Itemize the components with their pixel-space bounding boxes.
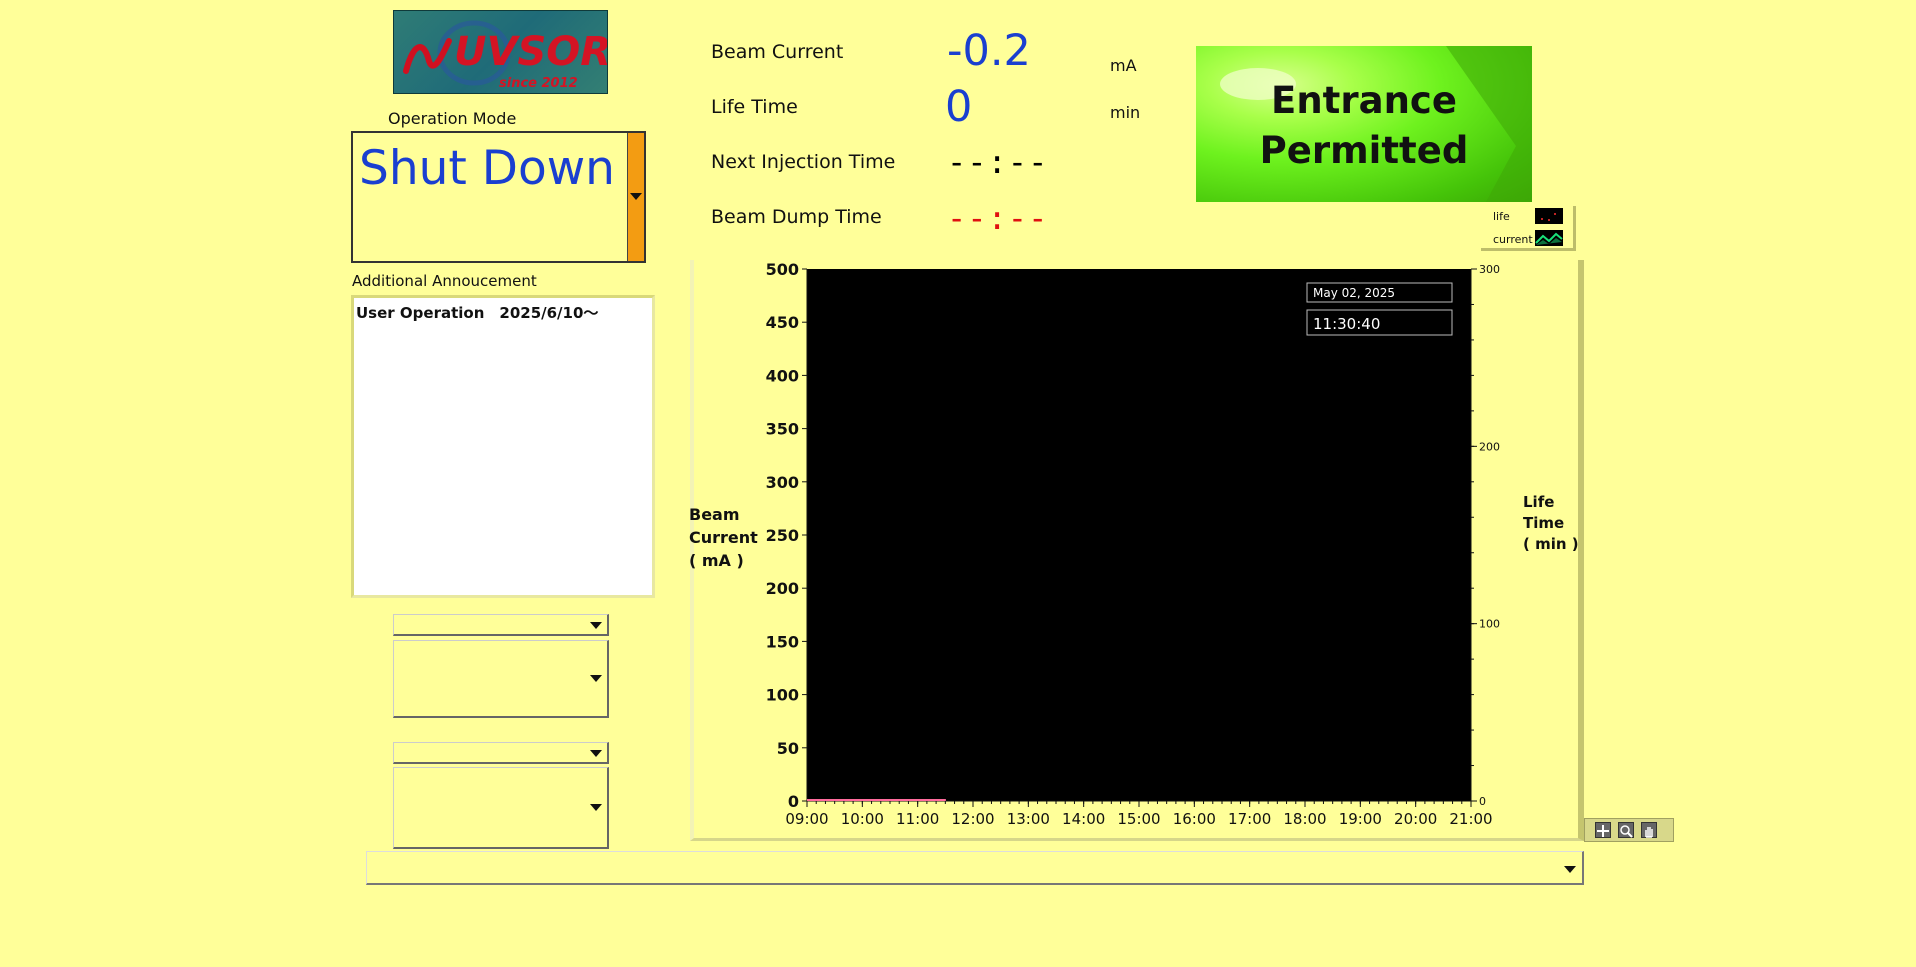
x-axis-tick-label: 10:00 xyxy=(841,810,884,828)
left-axis-tick-label: 0 xyxy=(788,792,799,811)
right-axis: 0 100 200 300 xyxy=(1470,263,1500,808)
plot-area[interactable] xyxy=(807,269,1471,801)
bottom-selector-ring[interactable] xyxy=(366,851,1584,885)
chevron-down-icon xyxy=(1564,866,1576,873)
time-label: 11:30:40 xyxy=(1313,315,1380,333)
left-axis-tick-label: 350 xyxy=(766,420,799,439)
x-axis-tick-label: 15:00 xyxy=(1117,810,1160,828)
left-axis-tick-label: 450 xyxy=(766,313,799,332)
x-axis: 09:00 10:00 11:00 12:00 13:00 14:00 15:00 16:00… xyxy=(785,800,1493,828)
x-axis-tick-label: 13:00 xyxy=(1007,810,1050,828)
date-label: May 02, 2025 xyxy=(1313,286,1395,300)
x-axis-tick-label: 12:00 xyxy=(951,810,994,828)
left-axis-title-line-3: ( mA ) xyxy=(689,551,744,570)
left-axis-title-line-1: Beam xyxy=(689,505,740,524)
x-axis-tick-label: 09:00 xyxy=(785,810,828,828)
x-axis-tick-label: 21:00 xyxy=(1449,810,1492,828)
right-axis-title-line-3: ( min ) xyxy=(1523,535,1579,553)
zoom-icon[interactable] xyxy=(1618,822,1634,838)
left-axis-tick-label: 300 xyxy=(766,473,799,492)
left-axis-tick-label: 400 xyxy=(766,366,799,385)
left-axis-title-line-2: Current xyxy=(689,528,758,547)
right-axis-tick-label: 300 xyxy=(1479,263,1500,276)
right-axis-tick-label: 100 xyxy=(1479,618,1500,631)
x-axis-tick-label: 17:00 xyxy=(1228,810,1271,828)
x-axis-tick-label: 18:00 xyxy=(1283,810,1326,828)
x-axis-tick-label: 11:00 xyxy=(896,810,939,828)
crosshair-icon xyxy=(1597,825,1609,837)
right-axis-tick-label: 200 xyxy=(1479,440,1500,453)
cursor-mode-icon[interactable] xyxy=(1595,822,1611,838)
left-axis-tick-label: 50 xyxy=(777,739,799,758)
right-axis-title-line-1: Life xyxy=(1523,493,1554,511)
right-axis-title-line-2: Time xyxy=(1523,514,1564,532)
hand-icon xyxy=(1645,827,1653,838)
x-axis-tick-label: 16:00 xyxy=(1173,810,1216,828)
left-axis: 0 50 100 150 200 250 300 350 400 450 500 xyxy=(766,260,808,811)
left-axis-tick-label: 100 xyxy=(766,686,799,705)
left-axis-tick-label: 200 xyxy=(766,579,799,598)
magnifier-icon xyxy=(1620,825,1633,838)
left-axis-tick-label: 150 xyxy=(766,632,799,651)
right-axis-tick-label: 0 xyxy=(1479,795,1486,808)
graph-palette xyxy=(1584,818,1674,842)
x-axis-tick-label: 19:00 xyxy=(1339,810,1382,828)
left-axis-tick-label: 500 xyxy=(766,260,799,279)
x-axis-tick-label: 20:00 xyxy=(1394,810,1437,828)
left-axis-tick-label: 250 xyxy=(766,526,799,545)
x-axis-tick-label: 14:00 xyxy=(1062,810,1105,828)
pan-hand-icon[interactable] xyxy=(1641,822,1657,838)
